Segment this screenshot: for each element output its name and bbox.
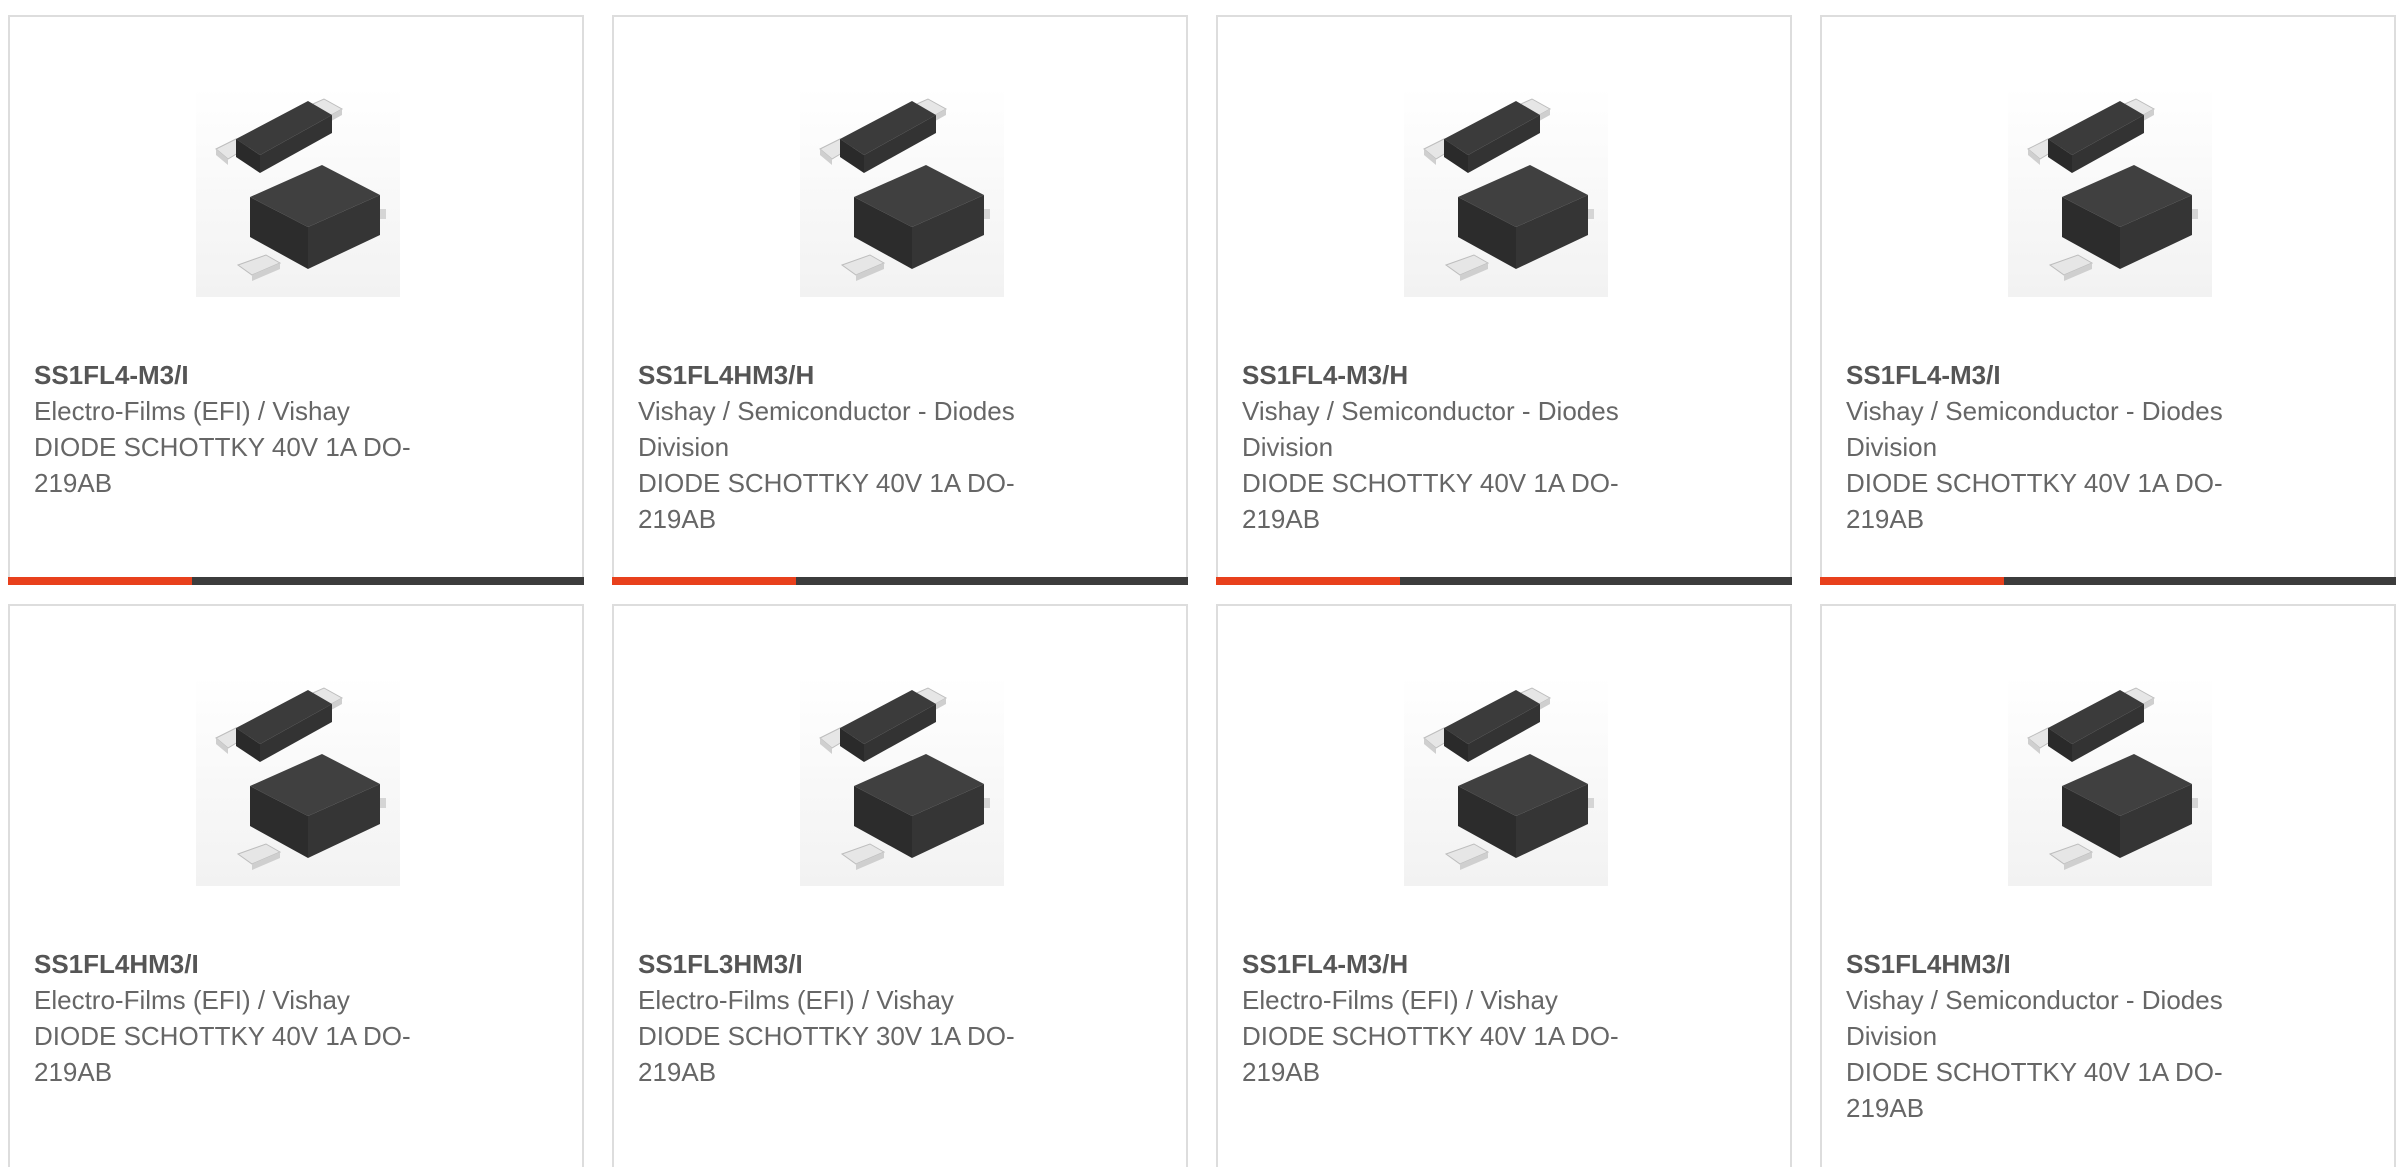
manufacturer-text: Vishay / Semiconductor - Diodes Division — [638, 396, 1015, 462]
part-number-link[interactable]: SS1FL3HM3/I — [638, 946, 1078, 982]
product-info: SS1FL4-M3/I Vishay / Semiconductor - Dio… — [1846, 357, 2286, 537]
part-number-link[interactable]: SS1FL4HM3/I — [34, 946, 474, 982]
diode-package-image[interactable] — [196, 87, 400, 297]
card-bottom-bar — [1820, 577, 2396, 585]
description-text: DIODE SCHOTTKY 40V 1A DO-219AB — [1242, 468, 1619, 534]
description-text: DIODE SCHOTTKY 40V 1A DO-219AB — [1846, 1057, 2223, 1123]
product-card[interactable]: SS1FL4HM3/I Electro-Films (EFI) / Vishay… — [8, 604, 584, 1167]
product-info: SS1FL4-M3/I Electro-Films (EFI) / Vishay… — [34, 357, 474, 501]
card-accent-bar — [612, 577, 796, 585]
manufacturer-text: Electro-Films (EFI) / Vishay — [1242, 985, 1558, 1015]
card-bottom-bar — [1216, 577, 1792, 585]
product-info: SS1FL4HM3/I Electro-Films (EFI) / Vishay… — [34, 946, 474, 1090]
diode-package-image[interactable] — [2008, 676, 2212, 886]
product-card[interactable]: SS1FL4-M3/I Electro-Films (EFI) / Vishay… — [8, 15, 584, 585]
part-number-link[interactable]: SS1FL4-M3/I — [34, 357, 474, 393]
part-number-link[interactable]: SS1FL4HM3/I — [1846, 946, 2286, 982]
product-card[interactable]: SS1FL4HM3/H Vishay / Semiconductor - Dio… — [612, 15, 1188, 585]
card-accent-bar — [1820, 577, 2004, 585]
diode-package-image[interactable] — [1404, 676, 1608, 886]
product-card[interactable]: SS1FL4-M3/I Vishay / Semiconductor - Dio… — [1820, 15, 2396, 585]
card-bottom-bar — [8, 577, 584, 585]
product-card[interactable]: SS1FL4-M3/H Electro-Films (EFI) / Vishay… — [1216, 604, 1792, 1167]
part-number-link[interactable]: SS1FL4-M3/I — [1846, 357, 2286, 393]
description-text: DIODE SCHOTTKY 40V 1A DO-219AB — [1846, 468, 2223, 534]
card-accent-bar — [1216, 577, 1400, 585]
diode-package-image[interactable] — [800, 676, 1004, 886]
part-number-link[interactable]: SS1FL4-M3/H — [1242, 357, 1682, 393]
description-text: DIODE SCHOTTKY 40V 1A DO-219AB — [34, 1021, 411, 1087]
description-text: DIODE SCHOTTKY 40V 1A DO-219AB — [638, 468, 1015, 534]
product-card[interactable]: SS1FL4HM3/I Vishay / Semiconductor - Dio… — [1820, 604, 2396, 1167]
manufacturer-text: Electro-Films (EFI) / Vishay — [638, 985, 954, 1015]
description-text: DIODE SCHOTTKY 40V 1A DO-219AB — [34, 432, 411, 498]
manufacturer-text: Vishay / Semiconductor - Diodes Division — [1846, 396, 2223, 462]
diode-package-image[interactable] — [1404, 87, 1608, 297]
product-grid: SS1FL4-M3/I Electro-Films (EFI) / Vishay… — [0, 0, 2400, 1167]
card-bottom-bar — [612, 577, 1188, 585]
manufacturer-text: Electro-Films (EFI) / Vishay — [34, 985, 350, 1015]
product-info: SS1FL4HM3/I Vishay / Semiconductor - Dio… — [1846, 946, 2286, 1126]
product-info: SS1FL4-M3/H Vishay / Semiconductor - Dio… — [1242, 357, 1682, 537]
card-accent-bar — [8, 577, 192, 585]
diode-package-image[interactable] — [196, 676, 400, 886]
description-text: DIODE SCHOTTKY 30V 1A DO-219AB — [638, 1021, 1015, 1087]
manufacturer-text: Vishay / Semiconductor - Diodes Division — [1846, 985, 2223, 1051]
manufacturer-text: Vishay / Semiconductor - Diodes Division — [1242, 396, 1619, 462]
product-card[interactable]: SS1FL3HM3/I Electro-Films (EFI) / Vishay… — [612, 604, 1188, 1167]
part-number-link[interactable]: SS1FL4-M3/H — [1242, 946, 1682, 982]
product-info: SS1FL4-M3/H Electro-Films (EFI) / Vishay… — [1242, 946, 1682, 1090]
description-text: DIODE SCHOTTKY 40V 1A DO-219AB — [1242, 1021, 1619, 1087]
diode-package-image[interactable] — [800, 87, 1004, 297]
diode-package-image[interactable] — [2008, 87, 2212, 297]
product-card[interactable]: SS1FL4-M3/H Vishay / Semiconductor - Dio… — [1216, 15, 1792, 585]
product-info: SS1FL4HM3/H Vishay / Semiconductor - Dio… — [638, 357, 1078, 537]
product-info: SS1FL3HM3/I Electro-Films (EFI) / Vishay… — [638, 946, 1078, 1090]
manufacturer-text: Electro-Films (EFI) / Vishay — [34, 396, 350, 426]
part-number-link[interactable]: SS1FL4HM3/H — [638, 357, 1078, 393]
